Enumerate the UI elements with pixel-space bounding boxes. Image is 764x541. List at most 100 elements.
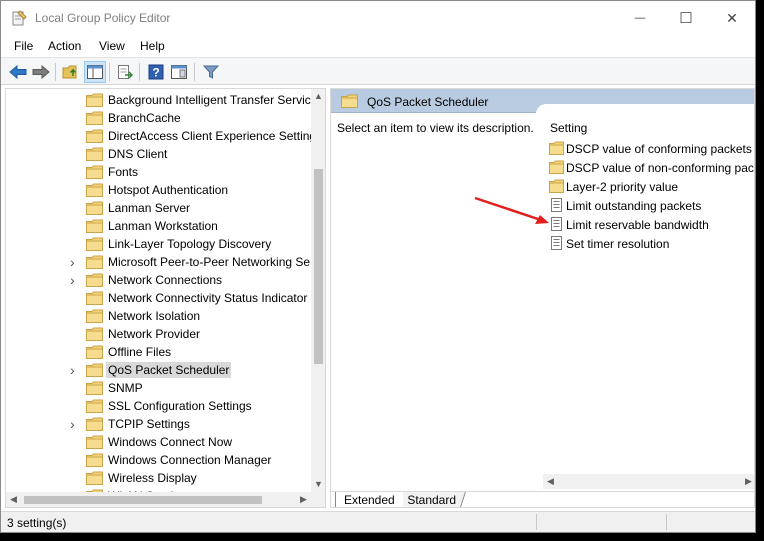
up-folder-button[interactable] [60, 61, 82, 83]
folder-icon [86, 147, 103, 161]
tree-item[interactable]: DirectAccess Client Experience Settings [6, 127, 311, 145]
up-folder-icon [62, 65, 77, 79]
export-list-button[interactable] [114, 61, 136, 83]
minimize-button[interactable]: — [617, 1, 663, 35]
setting-row[interactable]: Layer-2 priority value [543, 177, 754, 196]
tab-standard[interactable]: Standard [396, 492, 466, 507]
tree-item[interactable]: › QoS Packet Scheduler [6, 361, 311, 379]
tree-item-label: Microsoft Peer-to-Peer Networking Servic… [108, 255, 311, 269]
show-hide-tree-button[interactable] [84, 61, 106, 83]
toolbar-separator [55, 63, 56, 81]
maximize-button[interactable]: ☐ [663, 1, 709, 35]
scrollbar-thumb[interactable] [314, 169, 323, 364]
folder-icon [86, 201, 103, 215]
settings-list[interactable]: Setting DSCP value of conforming packets… [543, 117, 754, 477]
title-bar: Local Group Policy Editor — ☐ ✕ [1, 1, 755, 35]
tree-item[interactable]: Link-Layer Topology Discovery [6, 235, 311, 253]
chevron-right-icon[interactable]: › [70, 273, 80, 287]
help-icon: ? [148, 64, 164, 80]
scroll-left-arrow-icon[interactable]: ◀ [543, 474, 558, 489]
tree-item[interactable]: Lanman Server [6, 199, 311, 217]
menu-view[interactable]: View [99, 39, 125, 53]
folder-icon [86, 291, 103, 305]
setting-label: DSCP value of conforming packets [566, 142, 752, 156]
tree-item[interactable]: Windows Connect Now [6, 433, 311, 451]
setting-label: Set timer resolution [566, 237, 670, 251]
show-hide-action-pane-button[interactable] [168, 61, 190, 83]
app-window: Local Group Policy Editor — ☐ ✕ File Act… [0, 0, 756, 533]
tree-item[interactable]: Windows Connection Manager [6, 451, 311, 469]
tree-item[interactable]: Background Intelligent Transfer Service [6, 91, 311, 109]
tree-item[interactable]: Fonts [6, 163, 311, 181]
tree-item[interactable]: › TCPIP Settings [6, 415, 311, 433]
tree-item[interactable]: Network Connectivity Status Indicator [6, 289, 311, 307]
toolbar-separator [109, 63, 110, 81]
menu-file[interactable]: File [14, 39, 33, 53]
tree-item-label: Windows Connection Manager [108, 453, 272, 467]
settings-horizontal-scrollbar[interactable]: ◀ ▶ [543, 474, 754, 489]
tree-item-label: Fonts [108, 165, 139, 179]
status-separator [666, 514, 667, 530]
policy-editor-app-icon [12, 10, 27, 26]
close-button[interactable]: ✕ [709, 1, 755, 35]
help-button[interactable]: ? [145, 61, 167, 83]
tree-item-label: Windows Connect Now [108, 435, 233, 449]
tree-item-label: Hotspot Authentication [108, 183, 229, 197]
back-button[interactable] [7, 61, 29, 83]
scrollbar-thumb[interactable] [24, 496, 262, 504]
chevron-right-icon[interactable]: › [70, 255, 80, 269]
svg-text:?: ? [152, 66, 159, 80]
folder-icon [86, 93, 103, 107]
scroll-up-arrow-icon[interactable]: ▲ [311, 89, 325, 104]
tree-item[interactable]: SNMP [6, 379, 311, 397]
setting-label: Limit reservable bandwidth [566, 218, 709, 232]
tree-item-label: Lanman Workstation [108, 219, 218, 233]
tree-item[interactable]: Lanman Workstation [6, 217, 311, 235]
tree-horizontal-scrollbar[interactable]: ◀ ▶ [6, 492, 311, 507]
menu-action[interactable]: Action [48, 39, 81, 53]
setting-row[interactable]: DSCP value of non-conforming packets [543, 158, 754, 177]
chevron-right-icon[interactable]: › [70, 363, 80, 377]
tree-vertical-scrollbar[interactable]: ▲ ▼ [311, 89, 325, 492]
tree-item[interactable]: Hotspot Authentication [6, 181, 311, 199]
tree-item[interactable]: BranchCache [6, 109, 311, 127]
filter-button[interactable] [200, 61, 222, 83]
tree-item[interactable]: SSL Configuration Settings [6, 397, 311, 415]
tab-extended[interactable]: Extended [335, 492, 403, 507]
setting-column-header[interactable]: Setting [550, 121, 587, 135]
folder-icon [86, 453, 103, 467]
scroll-right-arrow-icon[interactable]: ▶ [296, 492, 311, 507]
folder-icon [86, 129, 103, 143]
folder-icon [86, 165, 103, 179]
tree-item[interactable]: Network Isolation [6, 307, 311, 325]
export-list-icon [118, 65, 133, 79]
folder-icon [341, 94, 358, 108]
scroll-right-arrow-icon[interactable]: ▶ [741, 474, 754, 489]
scroll-left-arrow-icon[interactable]: ◀ [6, 492, 21, 507]
folder-icon [86, 363, 103, 377]
tree-item-label: Network Isolation [108, 309, 201, 323]
tree-item[interactable]: Network Provider [6, 325, 311, 343]
setting-row[interactable]: Limit outstanding packets [543, 196, 754, 215]
navigation-tree[interactable]: Background Intelligent Transfer Service B… [5, 88, 326, 508]
tab-standard-label: Standard [407, 493, 457, 507]
menu-bar: File Action View Help [1, 35, 755, 57]
tree-item-label: Link-Layer Topology Discovery [108, 237, 272, 251]
setting-row[interactable]: Limit reservable bandwidth [543, 215, 754, 234]
tree-item[interactable]: › Microsoft Peer-to-Peer Networking Servi… [6, 253, 311, 271]
forward-button[interactable] [30, 61, 52, 83]
setting-row[interactable]: DSCP value of conforming packets [543, 139, 754, 158]
tree-item-label: Network Connectivity Status Indicator [108, 291, 308, 305]
menu-help[interactable]: Help [140, 39, 165, 53]
scroll-down-arrow-icon[interactable]: ▼ [311, 477, 325, 492]
tree-item[interactable]: Offline Files [6, 343, 311, 361]
tree-item[interactable]: DNS Client [6, 145, 311, 163]
folder-icon [86, 255, 103, 269]
details-pane: QoS Packet Scheduler Select an item to v… [330, 88, 755, 508]
tree-item[interactable]: › Network Connections [6, 271, 311, 289]
folder-icon [86, 183, 103, 197]
details-header-curve [536, 104, 754, 116]
tree-item[interactable]: Wireless Display [6, 469, 311, 487]
chevron-right-icon[interactable]: › [70, 417, 80, 431]
setting-row[interactable]: Set timer resolution [543, 234, 754, 253]
